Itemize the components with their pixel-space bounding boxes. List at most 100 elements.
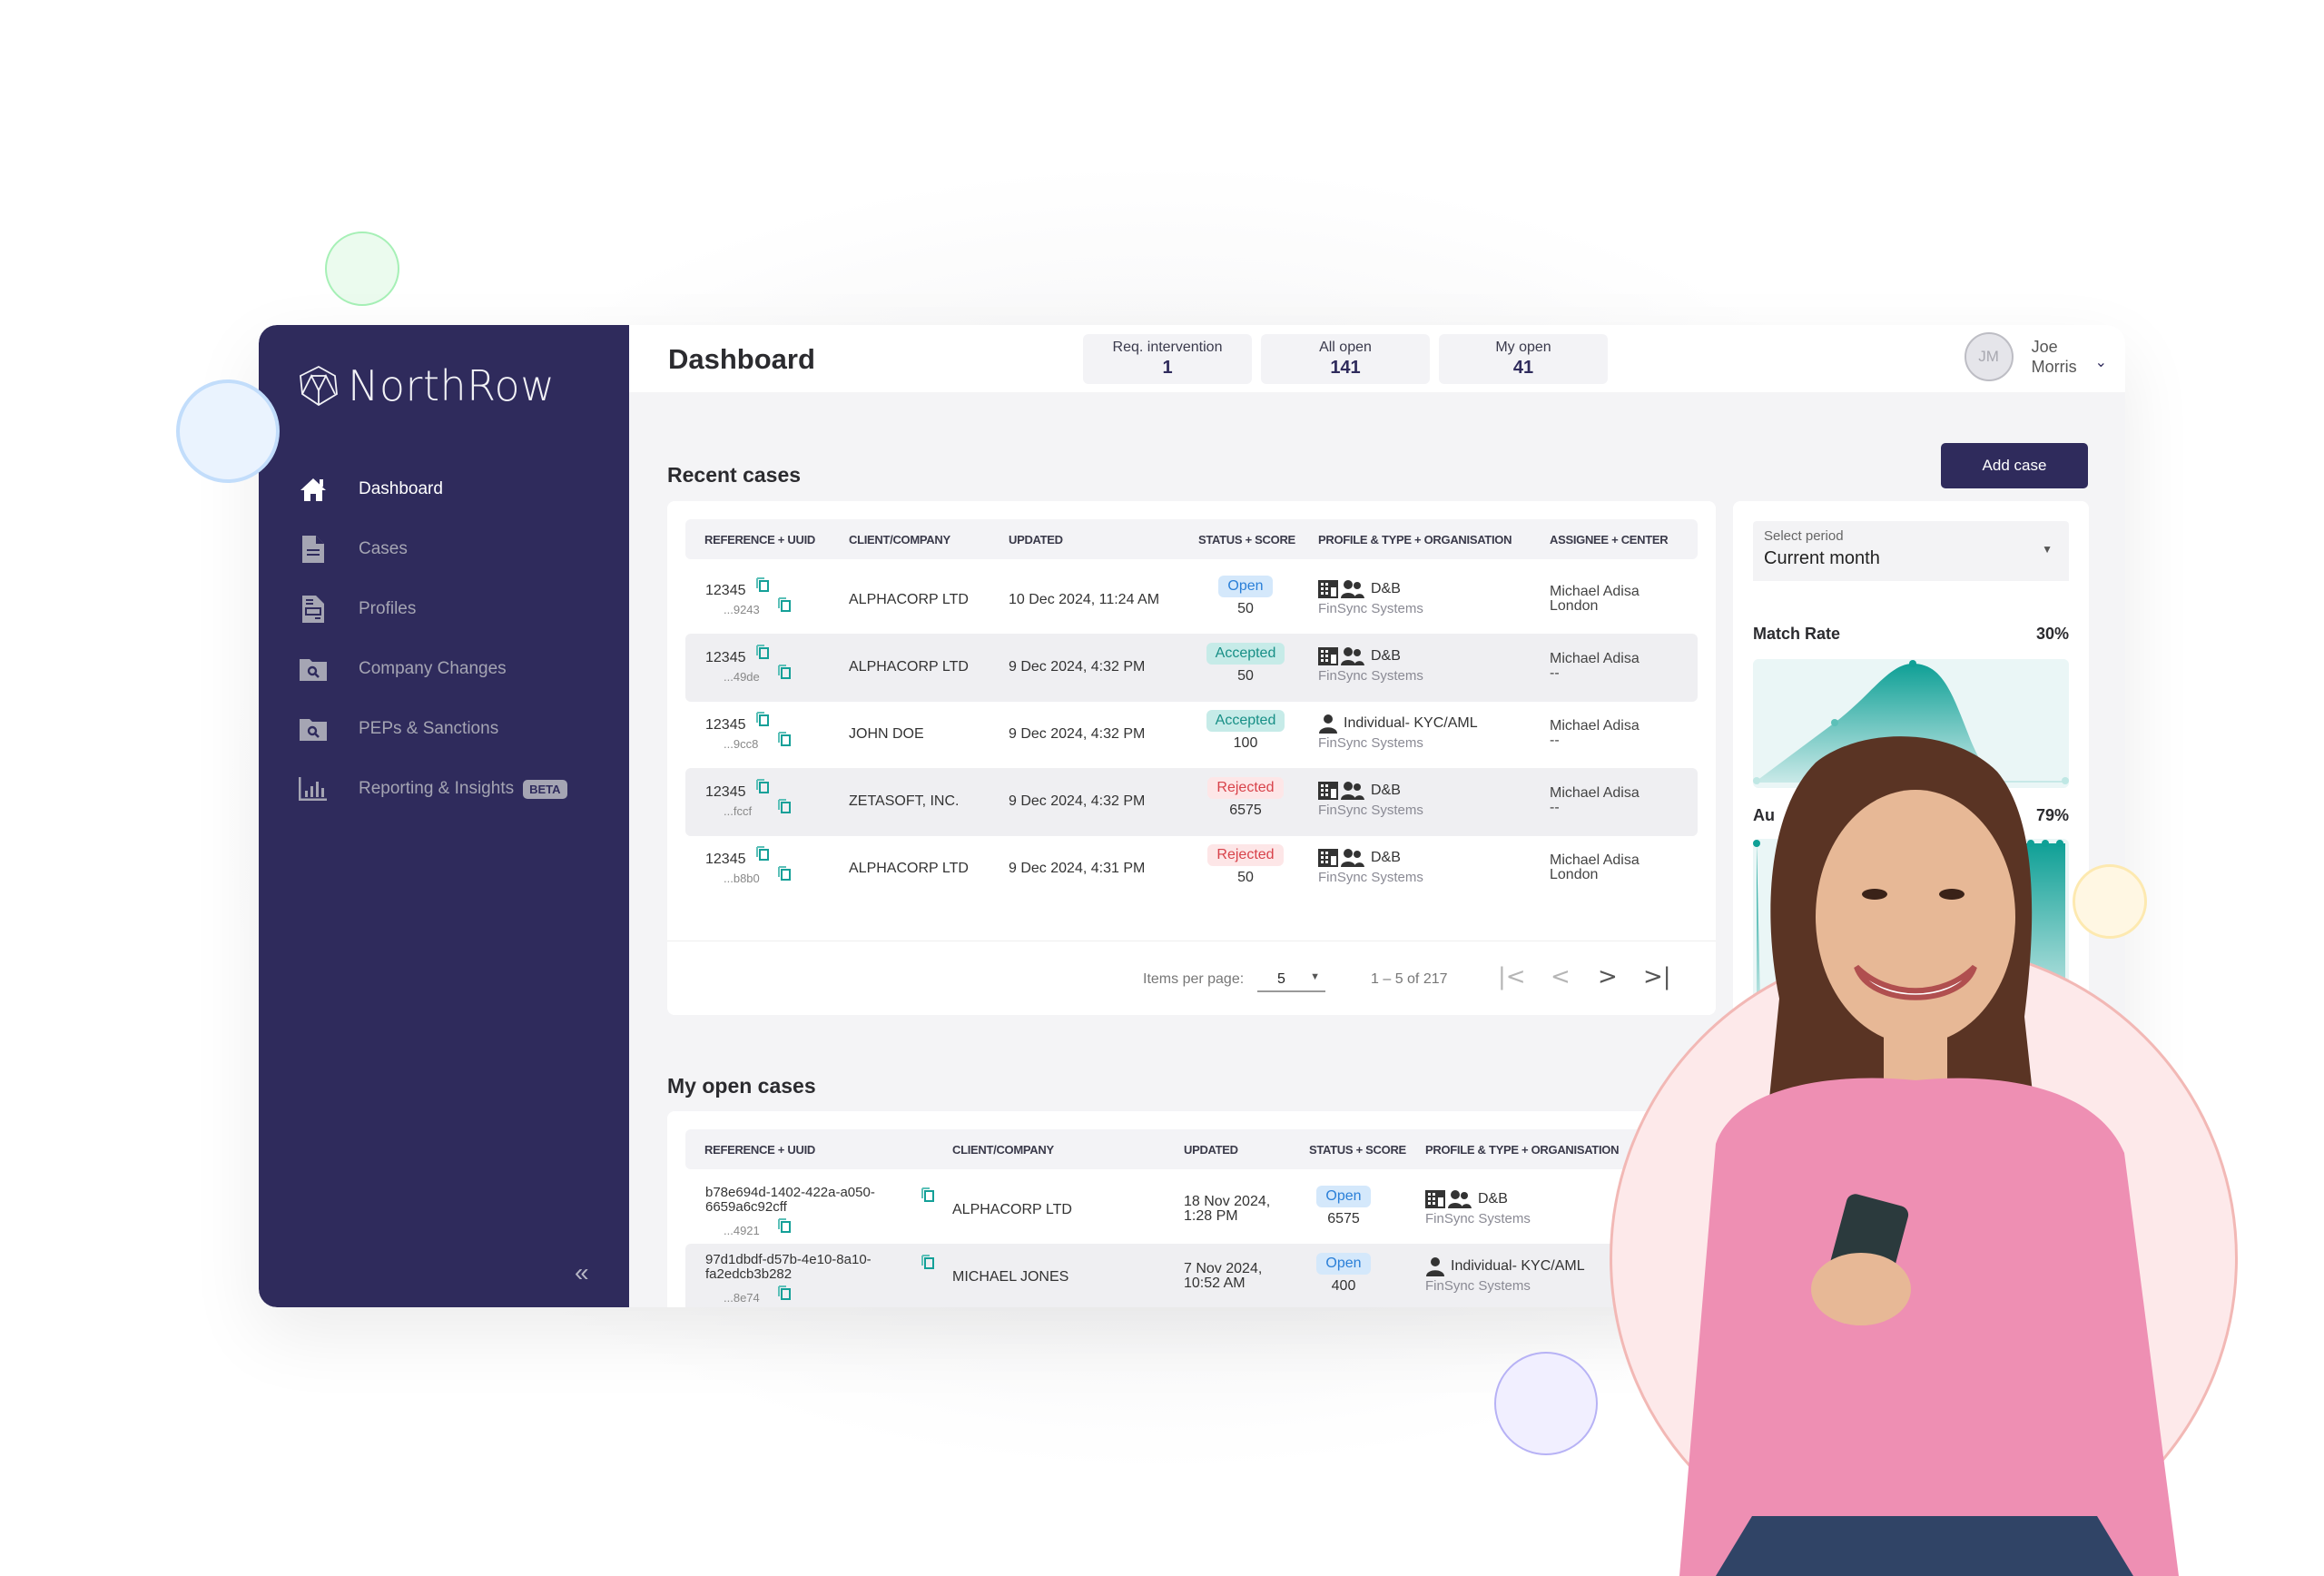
client-company[interactable]: ALPHACORP LTD bbox=[849, 659, 969, 675]
stat-label: All open bbox=[1319, 340, 1372, 355]
first-page-button[interactable]: |< bbox=[1498, 963, 1526, 990]
sidebar-item-profiles[interactable]: Profiles bbox=[299, 579, 567, 639]
case-uuid-short: ...9243 bbox=[724, 603, 760, 616]
copy-icon[interactable] bbox=[756, 712, 769, 726]
sidebar-item-cases[interactable]: Cases bbox=[299, 519, 567, 579]
next-page-button[interactable]: > bbox=[1598, 963, 1618, 990]
column-header[interactable]: ASSIGNEE + CENTER bbox=[1550, 533, 1669, 547]
stat-req-intervention[interactable]: Req. intervention 1 bbox=[1083, 334, 1252, 384]
updated-date: 9 Dec 2024, 4:31 PM bbox=[1009, 861, 1146, 876]
column-header[interactable]: PROFILE & TYPE + ORGANISATION bbox=[1425, 1143, 1619, 1157]
profile-organisation: D&B FinSync Systems bbox=[1425, 1189, 1531, 1226]
copy-icon[interactable] bbox=[778, 597, 791, 612]
table-row[interactable]: b78e694d-1402-422a-a050-6659a6c92cff ...… bbox=[685, 1177, 1698, 1245]
profile-organisation: D&B FinSync Systems bbox=[1318, 646, 1423, 684]
client-company[interactable]: ALPHACORP LTD bbox=[849, 861, 969, 877]
updated-date: 9 Dec 2024, 4:32 PM bbox=[1009, 726, 1146, 742]
client-company[interactable]: ALPHACORP LTD bbox=[849, 592, 969, 608]
copy-icon[interactable] bbox=[778, 732, 791, 746]
copy-icon[interactable] bbox=[778, 866, 791, 881]
items-per-page-select[interactable]: 5 ▼ bbox=[1257, 965, 1325, 992]
marketing-stage: NorthRow Dashboard Cases Profiles Compan… bbox=[0, 0, 2324, 1576]
home-icon bbox=[299, 475, 328, 504]
person-photo bbox=[1679, 736, 2179, 1576]
top-header: Dashboard Req. intervention 1 All open 1… bbox=[629, 325, 2125, 392]
column-header[interactable]: REFERENCE + UUID bbox=[704, 533, 815, 547]
period-select-value: Current month bbox=[1764, 548, 1880, 568]
case-reference: 12345 bbox=[705, 583, 746, 598]
copy-icon[interactable] bbox=[756, 846, 769, 861]
table-row[interactable]: 97d1dbdf-d57b-4e10-8a10-fa2edcb3b282 ...… bbox=[685, 1244, 1698, 1307]
profile-type: D&B bbox=[1478, 1191, 1508, 1207]
copy-icon[interactable] bbox=[778, 1218, 791, 1233]
score: 6575 bbox=[1327, 1211, 1360, 1226]
organisation: FinSync Systems bbox=[1425, 1278, 1531, 1294]
period-select[interactable]: Select period Current month ▼ bbox=[1753, 521, 2069, 581]
stat-all-open[interactable]: All open 141 bbox=[1261, 334, 1430, 384]
copy-icon[interactable] bbox=[921, 1255, 934, 1269]
assignee-center: Michael Adisa -- bbox=[1550, 652, 1640, 681]
sidebar-item-company-changes[interactable]: Company Changes bbox=[299, 639, 567, 699]
my-open-cases-table: REFERENCE + UUID CLIENT/COMPANY UPDATED … bbox=[667, 1111, 1716, 1307]
client-company[interactable]: JOHN DOE bbox=[849, 726, 924, 743]
case-uuid-short: ...fccf bbox=[724, 804, 753, 818]
case-reference: 12345 bbox=[705, 650, 746, 665]
center: London bbox=[1550, 598, 1599, 614]
previous-page-button[interactable]: < bbox=[1551, 963, 1571, 990]
column-header[interactable]: UPDATED bbox=[1009, 533, 1063, 547]
updated-date: 9 Dec 2024, 4:32 PM bbox=[1009, 659, 1146, 675]
sidebar-item-peps-sanctions[interactable]: PEPs & Sanctions bbox=[299, 699, 567, 759]
copy-icon[interactable] bbox=[778, 665, 791, 679]
copy-icon[interactable] bbox=[756, 645, 769, 659]
user-menu[interactable]: JM Joe Morris ⌄ bbox=[1964, 332, 2107, 381]
table-header: REFERENCE + UUID CLIENT/COMPANY UPDATED … bbox=[685, 519, 1698, 559]
case-stats: Req. intervention 1 All open 141 My open… bbox=[1083, 334, 1608, 384]
column-header[interactable]: UPDATED bbox=[1184, 1143, 1238, 1157]
stat-my-open[interactable]: My open 41 bbox=[1439, 334, 1608, 384]
client-company[interactable]: MICHAEL JONES bbox=[952, 1269, 1068, 1285]
score: 100 bbox=[1233, 735, 1258, 751]
profile-organisation: D&B FinSync Systems bbox=[1318, 579, 1423, 616]
column-header[interactable]: CLIENT/COMPANY bbox=[849, 533, 950, 547]
column-header[interactable]: STATUS + SCORE bbox=[1198, 533, 1295, 547]
northrow-logo-icon bbox=[300, 365, 338, 407]
sidebar-item-reporting-insights[interactable]: Reporting & Insights BETA bbox=[299, 759, 567, 819]
sidebar-item-dashboard[interactable]: Dashboard bbox=[299, 459, 567, 519]
profile-type: D&B bbox=[1371, 648, 1401, 664]
copy-icon[interactable] bbox=[756, 779, 769, 793]
client-company[interactable]: ZETASOFT, INC. bbox=[849, 793, 959, 810]
organisation: FinSync Systems bbox=[1425, 1211, 1531, 1226]
stat-value: 41 bbox=[1512, 358, 1534, 378]
center: London bbox=[1550, 867, 1599, 882]
column-header[interactable]: REFERENCE + UUID bbox=[704, 1143, 815, 1157]
case-reference: 12345 bbox=[705, 784, 746, 800]
sidebar: NorthRow Dashboard Cases Profiles Compan… bbox=[259, 325, 629, 1307]
company-profile-icon bbox=[1318, 849, 1364, 867]
updated-date: 7 Nov 2024, 10:52 AM bbox=[1184, 1261, 1263, 1291]
copy-icon[interactable] bbox=[921, 1187, 934, 1202]
individual-profile-icon bbox=[1319, 714, 1337, 734]
company-profile-icon bbox=[1318, 647, 1364, 665]
table-row[interactable]: 12345 ...49de ALPHACORP LTD 9 Dec 2024, … bbox=[685, 634, 1698, 702]
client-company[interactable]: ALPHACORP LTD bbox=[952, 1202, 1072, 1218]
assignee: Michael Adisa bbox=[1550, 651, 1640, 666]
updated-date: 18 Nov 2024, 1:28 PM bbox=[1184, 1194, 1271, 1224]
copy-icon[interactable] bbox=[778, 1285, 791, 1300]
assignee: Michael Adisa bbox=[1550, 718, 1640, 734]
table-row[interactable]: 12345 ...9243 ALPHACORP LTD 10 Dec 2024,… bbox=[685, 566, 1698, 635]
table-row[interactable]: 12345 ...fccf ZETASOFT, INC. 9 Dec 2024,… bbox=[685, 768, 1698, 836]
table-row[interactable]: 12345 ...b8b0 ALPHACORP LTD 9 Dec 2024, … bbox=[685, 835, 1698, 903]
copy-icon[interactable] bbox=[756, 577, 769, 592]
column-header[interactable]: STATUS + SCORE bbox=[1309, 1143, 1406, 1157]
column-header[interactable]: CLIENT/COMPANY bbox=[952, 1143, 1054, 1157]
copy-icon[interactable] bbox=[778, 799, 791, 813]
profile-organisation: Individual- KYC/AML FinSync Systems bbox=[1318, 714, 1478, 751]
brand-logo[interactable]: NorthRow bbox=[299, 361, 555, 410]
decorative-circle-blue bbox=[176, 379, 280, 483]
page-title: Dashboard bbox=[668, 343, 815, 375]
case-uuid-short: ...4921 bbox=[724, 1224, 760, 1237]
collapse-sidebar-button[interactable]: « bbox=[575, 1258, 589, 1287]
table-row[interactable]: 12345 ...9cc8 JOHN DOE 9 Dec 2024, 4:32 … bbox=[685, 701, 1698, 769]
column-header[interactable]: PROFILE & TYPE + ORGANISATION bbox=[1318, 533, 1512, 547]
add-case-button[interactable]: Add case bbox=[1941, 443, 2088, 488]
